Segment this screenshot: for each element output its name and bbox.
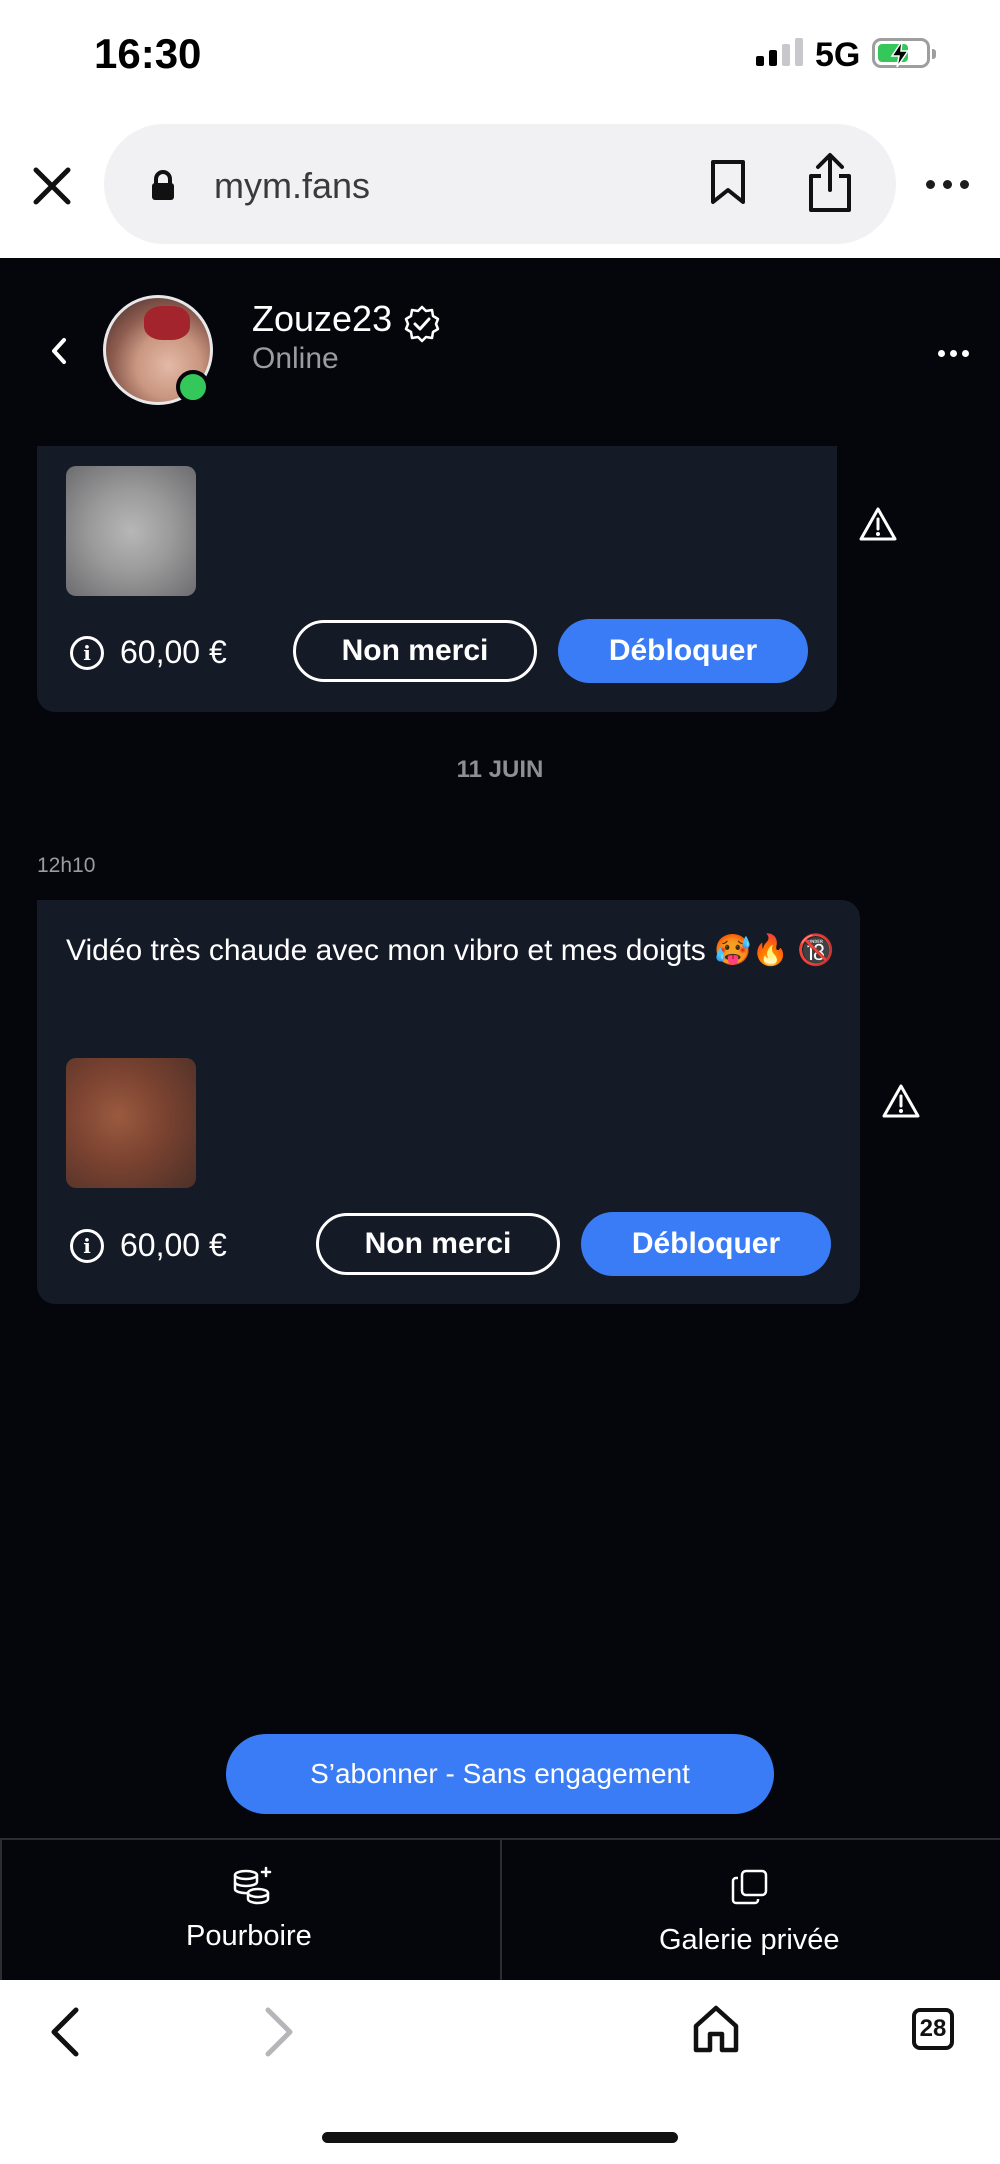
decline-button[interactable]: Non merci <box>316 1213 560 1275</box>
price-label: 60,00 € <box>120 1227 227 1263</box>
message-time: 12h10 <box>37 854 96 877</box>
info-icon[interactable]: i <box>70 635 104 670</box>
tip-label[interactable]: Pourboire <box>186 1920 312 1953</box>
home-indicator <box>322 2132 678 2143</box>
decline-button[interactable]: Non merci <box>293 620 537 682</box>
price-label: 60,00 € <box>120 634 227 670</box>
chat-menu-icon[interactable] <box>938 350 969 357</box>
tabs-button[interactable]: 28 <box>912 2008 954 2050</box>
lock-icon <box>150 170 176 207</box>
bookmark-icon[interactable] <box>708 158 748 211</box>
browser-forward-icon[interactable] <box>262 2006 298 2063</box>
browser-back-icon[interactable] <box>46 2006 82 2063</box>
online-status: Online <box>252 342 339 375</box>
status-time: 16:30 <box>94 30 202 77</box>
verified-icon <box>402 304 442 349</box>
username[interactable]: Zouze23 <box>252 298 392 340</box>
home-icon[interactable] <box>692 2004 740 2059</box>
network-type: 5G <box>815 36 861 74</box>
gallery-icon[interactable] <box>730 1868 770 1911</box>
blurred-media-thumbnail[interactable] <box>66 1058 196 1188</box>
close-icon[interactable] <box>30 164 74 208</box>
url-text[interactable]: mym.fans <box>214 165 370 207</box>
info-icon[interactable]: i <box>70 1228 104 1263</box>
share-icon[interactable] <box>806 152 854 219</box>
more-options-icon[interactable] <box>926 180 969 189</box>
price-row: i 60,00 € <box>70 1227 227 1264</box>
divider <box>500 1840 502 1980</box>
price-row: i 60,00 € <box>70 634 227 671</box>
blurred-media-thumbnail[interactable] <box>66 466 196 596</box>
signal-icon <box>756 38 803 66</box>
subscribe-button[interactable]: S’abonner - Sans engagement <box>226 1734 774 1814</box>
divider <box>0 1840 2 1980</box>
message-text: Vidéo très chaude avec mon vibro et mes … <box>66 934 835 967</box>
gallery-label[interactable]: Galerie privée <box>659 1924 840 1957</box>
unlock-button[interactable]: Débloquer <box>558 619 808 683</box>
battery-icon <box>872 38 936 68</box>
unlock-button[interactable]: Débloquer <box>581 1212 831 1276</box>
report-warning-icon[interactable] <box>858 506 898 547</box>
back-icon[interactable] <box>48 336 70 371</box>
online-indicator <box>176 370 210 404</box>
coins-plus-icon[interactable] <box>230 1866 274 1911</box>
date-separator: 11 JUIN <box>456 756 544 783</box>
report-warning-icon[interactable] <box>881 1083 921 1124</box>
